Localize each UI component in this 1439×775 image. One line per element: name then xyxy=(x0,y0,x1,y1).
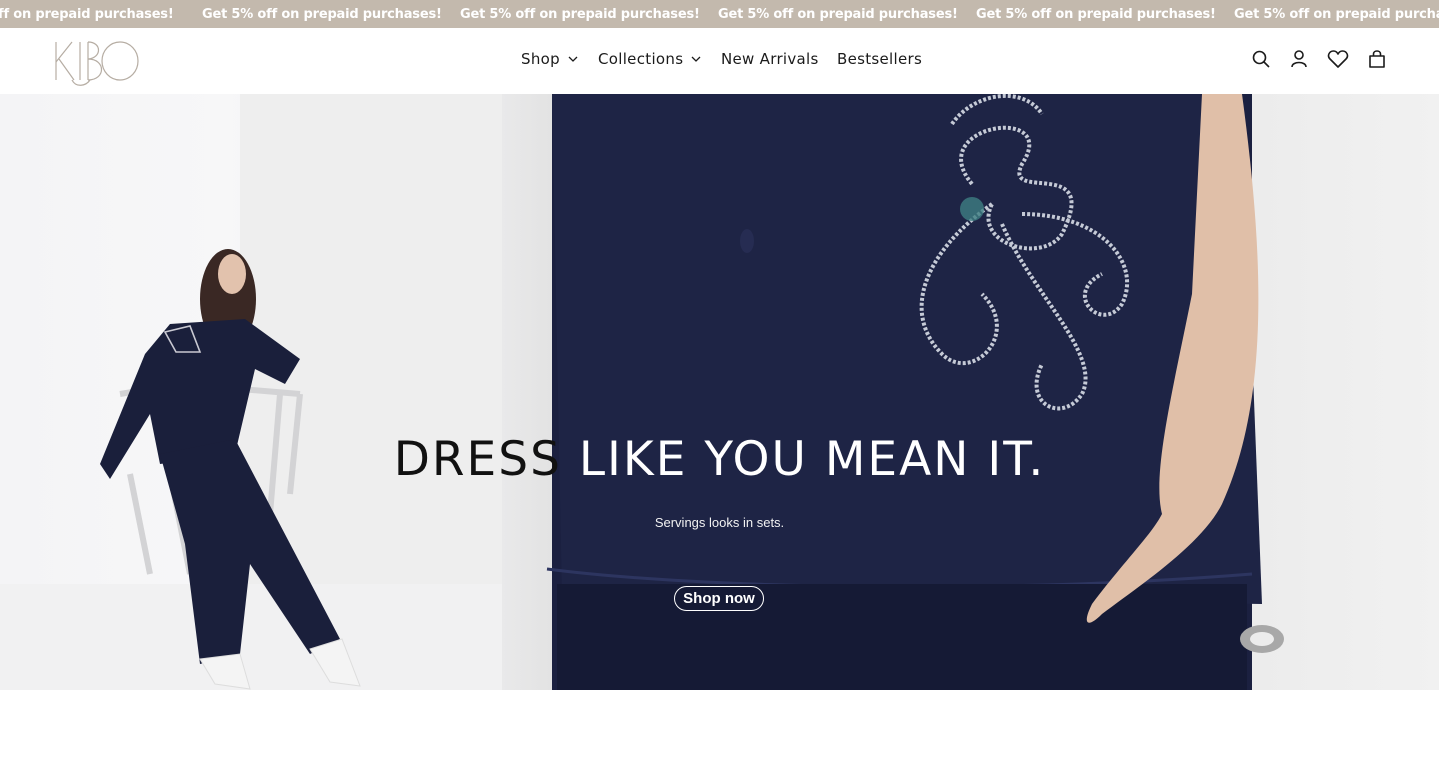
nav-new-arrivals-label: New Arrivals xyxy=(721,50,819,68)
wishlist-icon[interactable] xyxy=(1327,48,1349,70)
hero-banner: DRESS LIKE YOU MEAN IT. Servings looks i… xyxy=(0,94,1439,690)
site-header: Shop Collections New Arrivals Bestseller… xyxy=(0,28,1439,94)
hero-image-model-seated xyxy=(0,94,502,690)
main-nav: Shop Collections New Arrivals Bestseller… xyxy=(0,50,1439,74)
announcement-item: Get 5% off on prepaid purchases! xyxy=(202,7,442,22)
hero-figure-illustration xyxy=(100,249,361,690)
nav-collections-label: Collections xyxy=(598,50,684,68)
announcement-item: Get 5% off on prepaid purchases! xyxy=(460,7,700,22)
search-icon[interactable] xyxy=(1251,48,1271,70)
hero-subheading: Servings looks in sets. xyxy=(654,515,785,530)
announcement-track: ff on prepaid purchases! Get 5% off on p… xyxy=(0,0,1439,28)
announcement-item: Get 5% off on prepaid purchases! xyxy=(976,7,1216,22)
hero-closeup-illustration xyxy=(546,94,1284,690)
nav-bestsellers-label: Bestsellers xyxy=(837,50,923,68)
chevron-down-icon xyxy=(568,56,578,62)
nav-new-arrivals[interactable]: New Arrivals xyxy=(721,50,819,68)
nav-bestsellers[interactable]: Bestsellers xyxy=(837,50,922,68)
cart-icon[interactable] xyxy=(1367,48,1387,70)
hero-image-closeup xyxy=(502,94,1439,690)
nav-collections[interactable]: Collections xyxy=(598,50,701,68)
announcement-item: Get 5% off on prepaid purchases! xyxy=(718,7,958,22)
nav-shop-label: Shop xyxy=(521,50,560,68)
account-icon[interactable] xyxy=(1289,48,1309,70)
header-icons xyxy=(1251,48,1387,70)
shop-now-button[interactable]: Shop now xyxy=(674,586,764,611)
chevron-down-icon xyxy=(691,56,701,62)
hero-headline-dark: DRESS xyxy=(393,432,562,487)
hero-headline: DRESS LIKE YOU MEAN IT. xyxy=(0,432,1439,487)
announcement-bar: ff on prepaid purchases! Get 5% off on p… xyxy=(0,0,1439,28)
hero-headline-light: LIKE YOU MEAN IT. xyxy=(561,432,1046,487)
nav-shop[interactable]: Shop xyxy=(521,50,578,68)
announcement-item: Get 5% off on prepaid purchase xyxy=(1234,7,1439,22)
announcement-item: ff on prepaid purchases! xyxy=(0,7,174,22)
